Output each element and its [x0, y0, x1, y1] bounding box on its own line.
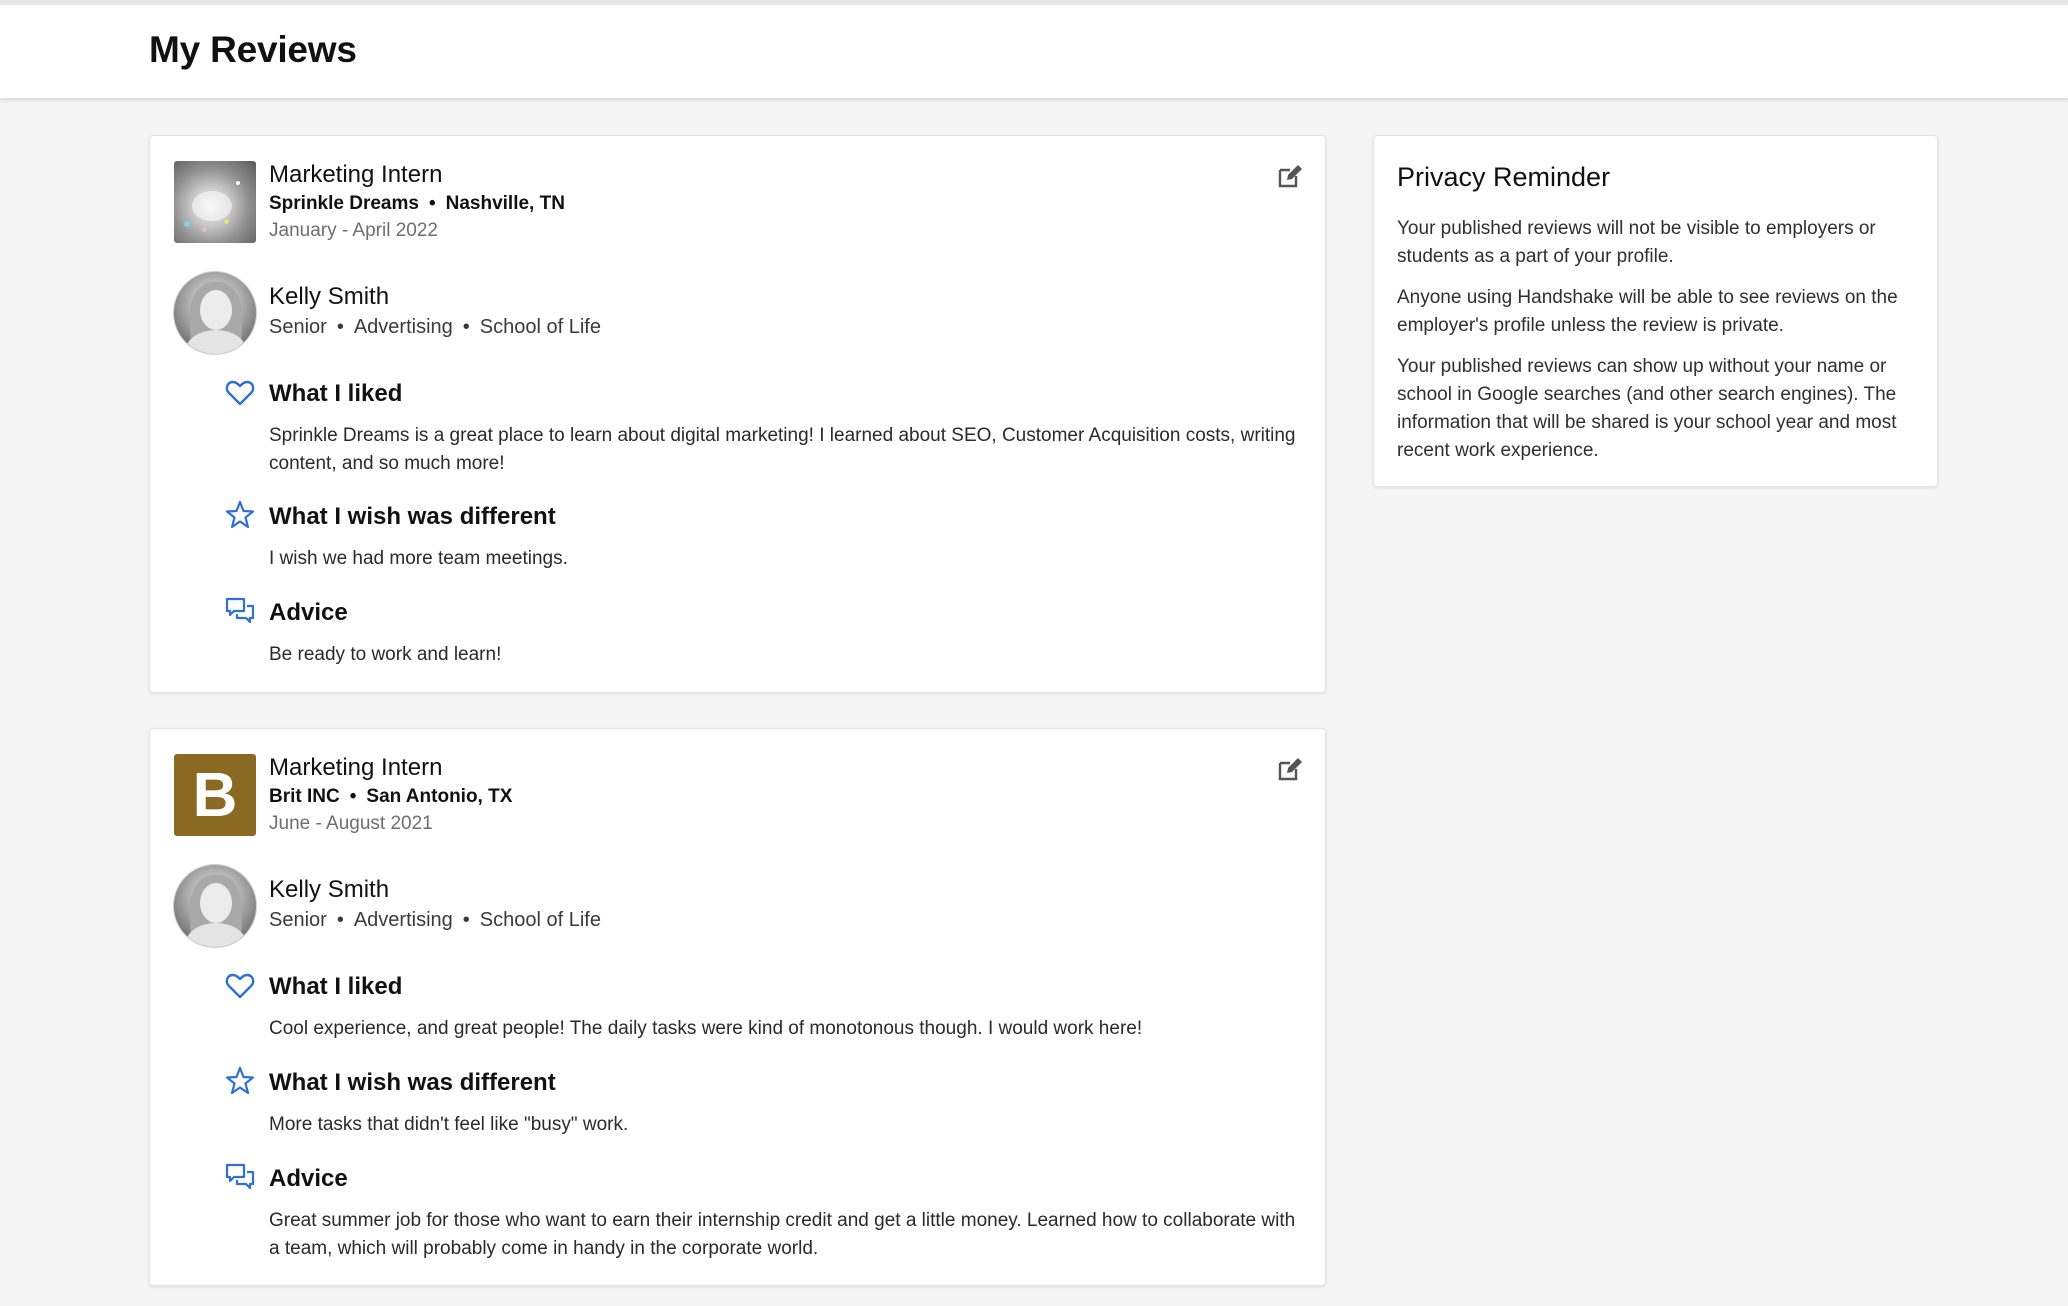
review-card: B Marketing Intern Brit INC • San Antonio,… — [149, 728, 1326, 1286]
reviewer-avatar — [173, 864, 257, 948]
section-body-advice: Great summer job for those who want to e… — [269, 1210, 1296, 1259]
reviewer-avatar — [173, 271, 257, 355]
separator: • — [428, 193, 436, 214]
separator: • — [462, 316, 470, 338]
employment-dates: January - April 2022 — [269, 220, 438, 241]
reviewer-meta: Senior • Advertising • School of Life — [269, 909, 601, 932]
employer-name[interactable]: Sprinkle Dreams — [269, 193, 419, 214]
reviewer-name: Kelly Smith — [269, 876, 390, 903]
separator: • — [336, 316, 344, 338]
section-heading-liked: What I liked — [269, 973, 403, 1000]
section-heading-different: What I wish was different — [269, 503, 556, 530]
chat-bubbles-icon — [225, 597, 255, 624]
section-body-liked: Cool experience, and great people! The d… — [269, 1018, 1143, 1039]
location: San Antonio, TX — [366, 786, 513, 807]
privacy-paragraph: Anyone using Handshake will be able to s… — [1397, 287, 1898, 336]
section-heading-liked: What I liked — [269, 380, 403, 407]
privacy-title: Privacy Reminder — [1397, 162, 1611, 192]
heart-icon — [225, 973, 255, 999]
privacy-paragraph: Your published reviews will not be visib… — [1397, 218, 1876, 267]
job-title: Marketing Intern — [269, 161, 443, 188]
section-body-advice: Be ready to work and learn! — [269, 644, 502, 665]
section-body-different: More tasks that didn't feel like "busy" … — [269, 1114, 629, 1135]
edit-icon — [1278, 165, 1302, 188]
reviewer-major: Advertising — [353, 909, 453, 931]
reviewer-meta: Senior • Advertising • School of Life — [269, 316, 601, 339]
employer-location: Sprinkle Dreams • Nashville, TN — [269, 193, 565, 215]
employer-logo — [174, 161, 256, 243]
edit-review-button[interactable] — [1275, 163, 1303, 191]
employer-logo: B — [174, 754, 256, 836]
privacy-paragraph: Your published reviews can show up witho… — [1397, 356, 1897, 461]
page-header: My Reviews — [0, 0, 2068, 100]
reviewer-school: School of Life — [479, 316, 601, 338]
separator: • — [336, 909, 344, 931]
heart-icon — [225, 380, 255, 406]
section-heading-advice: Advice — [269, 599, 348, 626]
section-heading-different: What I wish was different — [269, 1069, 556, 1096]
section-body-different: I wish we had more team meetings. — [269, 548, 568, 569]
reviewer-year: Senior — [269, 316, 327, 338]
edit-review-button[interactable] — [1275, 756, 1303, 784]
reviewer-year: Senior — [269, 909, 327, 931]
employment-dates: June - August 2021 — [269, 813, 433, 834]
employer-name[interactable]: Brit INC — [269, 786, 340, 807]
job-title: Marketing Intern — [269, 754, 443, 781]
privacy-reminder-card: Privacy Reminder Your published reviews … — [1373, 135, 1938, 487]
reviewer-name: Kelly Smith — [269, 283, 390, 310]
separator: • — [462, 909, 470, 931]
chat-bubbles-icon — [225, 1163, 255, 1190]
review-card: Marketing Intern Sprinkle Dreams • Nashvil… — [149, 135, 1326, 693]
reviewer-major: Advertising — [353, 316, 453, 338]
page-title: My Reviews — [149, 29, 357, 70]
section-heading-advice: Advice — [269, 1165, 348, 1192]
star-icon — [225, 1066, 255, 1095]
section-body-liked: Sprinkle Dreams is a great place to lear… — [269, 425, 1296, 474]
star-icon — [225, 500, 255, 529]
employer-location: Brit INC • San Antonio, TX — [269, 786, 512, 808]
separator: • — [349, 786, 357, 807]
edit-icon — [1278, 758, 1302, 781]
reviewer-school: School of Life — [479, 909, 601, 931]
location: Nashville, TN — [445, 193, 565, 214]
